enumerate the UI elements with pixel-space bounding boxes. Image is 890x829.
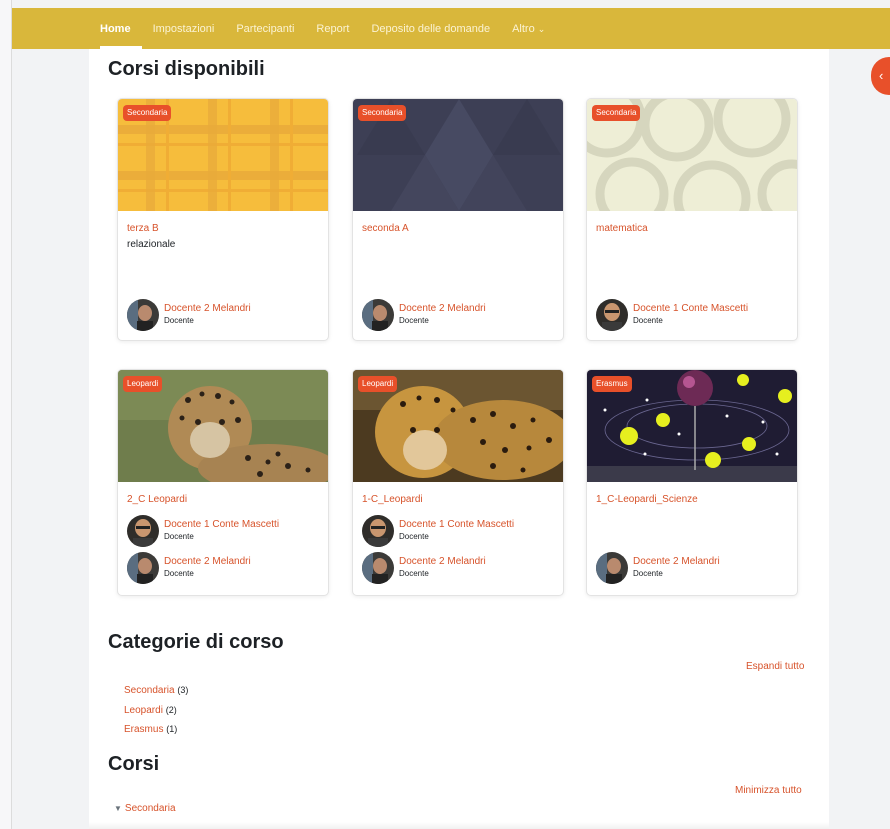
- category-link-leopardi[interactable]: Leopardi: [124, 705, 163, 716]
- course-title-link[interactable]: seconda A: [362, 222, 553, 236]
- nav-altro[interactable]: Altro ⌄: [512, 23, 545, 35]
- course-image[interactable]: Secondaria: [118, 99, 328, 211]
- category-link-secondaria[interactable]: Secondaria: [124, 685, 175, 696]
- chevron-down-icon: ⌄: [537, 23, 546, 34]
- avatar[interactable]: [127, 552, 159, 584]
- category-item: Erasmus (1): [124, 720, 188, 740]
- courses-heading: Corsi: [108, 753, 160, 775]
- course-title-link[interactable]: matematica: [596, 222, 787, 236]
- teacher-role: Docente: [399, 316, 429, 325]
- avatar[interactable]: [596, 552, 628, 584]
- expand-all-link[interactable]: Espandi tutto: [746, 661, 804, 672]
- course-card: Erasmus 1_C-Leopardi_Scienze Docente 2 M…: [586, 369, 798, 596]
- teacher-contact: Docente 2 Melandri Docente: [127, 299, 251, 331]
- teacher-contact: Docente 1 Conte Mascetti Docente: [596, 299, 748, 331]
- course-title-link[interactable]: terza B: [127, 222, 318, 236]
- category-count: (3): [177, 685, 189, 695]
- course-card: Secondaria terza B relazionale Docente 2…: [117, 98, 329, 341]
- teacher-role: Docente: [399, 569, 429, 578]
- category-badge: Erasmus: [592, 376, 632, 392]
- course-title-link[interactable]: 1_C-Leopardi_Scienze: [596, 493, 787, 507]
- category-item: Secondaria (3): [124, 681, 188, 701]
- teacher-name-link[interactable]: Docente 1 Conte Mascetti: [164, 519, 279, 531]
- course-card: Leopardi 1-C_Leopardi Docente 1 Conte Ma…: [352, 369, 564, 596]
- teacher-name-link[interactable]: Docente 2 Melandri: [164, 556, 251, 568]
- nav-impostazioni[interactable]: Impostazioni: [153, 23, 215, 35]
- course-card: Secondaria matematica Docente 1 Conte Ma…: [586, 98, 798, 341]
- nav-report[interactable]: Report: [316, 23, 349, 35]
- category-toggle-secondaria[interactable]: ▼ Secondaria: [114, 803, 176, 814]
- course-title-link[interactable]: 1-C_Leopardi: [362, 493, 553, 507]
- avatar[interactable]: [596, 299, 628, 331]
- left-page-edge: [0, 0, 12, 829]
- category-item: Leopardi (2): [124, 701, 188, 721]
- teacher-role: Docente: [633, 316, 663, 325]
- category-link-erasmus[interactable]: Erasmus: [124, 724, 163, 735]
- drawer-toggle-button[interactable]: ‹: [871, 57, 890, 95]
- category-badge: Leopardi: [123, 376, 163, 392]
- course-image[interactable]: Secondaria: [587, 99, 797, 211]
- course-card: Leopardi 2_C Leopardi Docente 1 Conte Ma…: [117, 369, 329, 596]
- nav-home[interactable]: Home: [100, 23, 131, 35]
- teacher-contact: Docente 1 Conte Mascetti Docente: [362, 515, 514, 547]
- category-badge: Leopardi: [358, 376, 398, 392]
- teacher-name-link[interactable]: Docente 2 Melandri: [399, 556, 486, 568]
- teacher-name-link[interactable]: Docente 2 Melandri: [399, 303, 486, 315]
- chevron-left-icon: ‹: [879, 68, 884, 83]
- available-courses-heading: Corsi disponibili: [108, 58, 265, 80]
- category-toggle-label: Secondaria: [124, 803, 176, 814]
- teacher-contact: Docente 2 Melandri Docente: [362, 299, 486, 331]
- course-image[interactable]: Leopardi: [353, 370, 563, 482]
- avatar[interactable]: [127, 299, 159, 331]
- teacher-contact: Docente 2 Melandri Docente: [127, 552, 251, 584]
- teacher-name-link[interactable]: Docente 2 Melandri: [633, 556, 720, 568]
- nav-partecipanti[interactable]: Partecipanti: [236, 23, 294, 35]
- course-summary: relazionale: [127, 239, 176, 250]
- triangle-down-icon: ▼: [114, 804, 122, 813]
- teacher-contact: Docente 2 Melandri Docente: [362, 552, 486, 584]
- avatar[interactable]: [362, 299, 394, 331]
- collapse-all-link[interactable]: Minimizza tutto: [735, 785, 802, 796]
- teacher-name-link[interactable]: Docente 1 Conte Mascetti: [399, 519, 514, 531]
- avatar[interactable]: [362, 552, 394, 584]
- nav-altro-label: Altro: [512, 22, 535, 35]
- category-count: (2): [165, 704, 177, 715]
- teacher-role: Docente: [164, 532, 194, 541]
- teacher-role: Docente: [164, 316, 194, 325]
- content-bottom-fade: [89, 822, 829, 829]
- category-count: (1): [166, 724, 178, 734]
- category-list: Secondaria (3) Leopardi (2) Erasmus (1): [124, 681, 188, 740]
- category-badge: Secondaria: [358, 105, 407, 121]
- secondary-navigation: Home Impostazioni Partecipanti Report De…: [12, 8, 890, 49]
- avatar[interactable]: [362, 515, 394, 547]
- course-title-link[interactable]: 2_C Leopardi: [127, 493, 318, 507]
- nav-deposito-domande[interactable]: Deposito delle domande: [371, 23, 490, 35]
- teacher-contact: Docente 2 Melandri Docente: [596, 552, 720, 584]
- course-card: Secondaria seconda A Docente 2 Melandri …: [352, 98, 564, 341]
- course-image[interactable]: Secondaria: [353, 99, 563, 211]
- category-badge: Secondaria: [123, 105, 172, 121]
- teacher-contact: Docente 1 Conte Mascetti Docente: [127, 515, 279, 547]
- avatar[interactable]: [127, 515, 159, 547]
- teacher-name-link[interactable]: Docente 1 Conte Mascetti: [633, 303, 748, 315]
- category-badge: Secondaria: [592, 105, 641, 121]
- course-image[interactable]: Erasmus: [587, 370, 797, 482]
- course-categories-heading: Categorie di corso: [108, 631, 284, 653]
- teacher-name-link[interactable]: Docente 2 Melandri: [164, 303, 251, 315]
- teacher-role: Docente: [164, 569, 194, 578]
- teacher-role: Docente: [399, 532, 429, 541]
- course-image[interactable]: Leopardi: [118, 370, 328, 482]
- teacher-role: Docente: [633, 569, 663, 578]
